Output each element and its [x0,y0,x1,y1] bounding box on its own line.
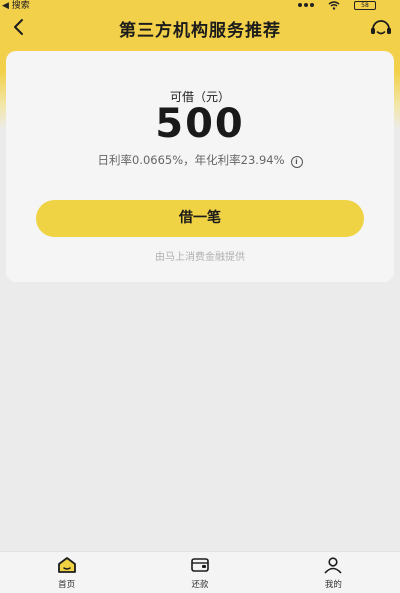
status-bar: ◀ 搜索 58 [0,0,400,12]
borrow-button[interactable]: 借一笔 [36,200,364,237]
app-screen: ◀ 搜索 58 第三方机构服务推荐 可借（元） 500 日利率0.0665%，年… [0,0,400,593]
rate-row: 日利率0.0665%，年化利率23.94% i [6,152,394,168]
wifi-icon [328,0,340,10]
battery-icon: 58 [354,0,376,10]
status-icons: 58 [298,0,376,10]
user-icon [324,557,342,574]
info-icon[interactable]: i [290,156,303,168]
tab-bar: 首页 还款 我的 [0,551,400,593]
provider-text: 由马上消费金融提供 [155,252,245,263]
tab-repay[interactable]: 还款 [133,552,266,593]
loan-card: 可借（元） 500 日利率0.0665%，年化利率23.94% i 借一笔 由马上… [6,51,394,282]
tab-label: 还款 [191,580,209,590]
tab-mine[interactable]: 我的 [267,552,400,593]
customer-service-button[interactable] [368,15,394,41]
home-icon [57,557,76,573]
tab-home[interactable]: 首页 [0,552,133,593]
customer-service-headset-icon [371,20,391,35]
page-title: 第三方机构服务推荐 [119,21,281,41]
loan-amount: 500 [155,101,245,147]
wallet-icon [191,558,209,572]
signal-icon [298,3,314,7]
nav-bar: 第三方机构服务推荐 [0,12,400,44]
rate-text: 日利率0.0665%，年化利率23.94% [97,153,285,167]
tab-label: 首页 [58,580,76,590]
tab-label: 我的 [324,580,342,590]
status-back-link[interactable]: ◀ 搜索 [2,0,30,12]
